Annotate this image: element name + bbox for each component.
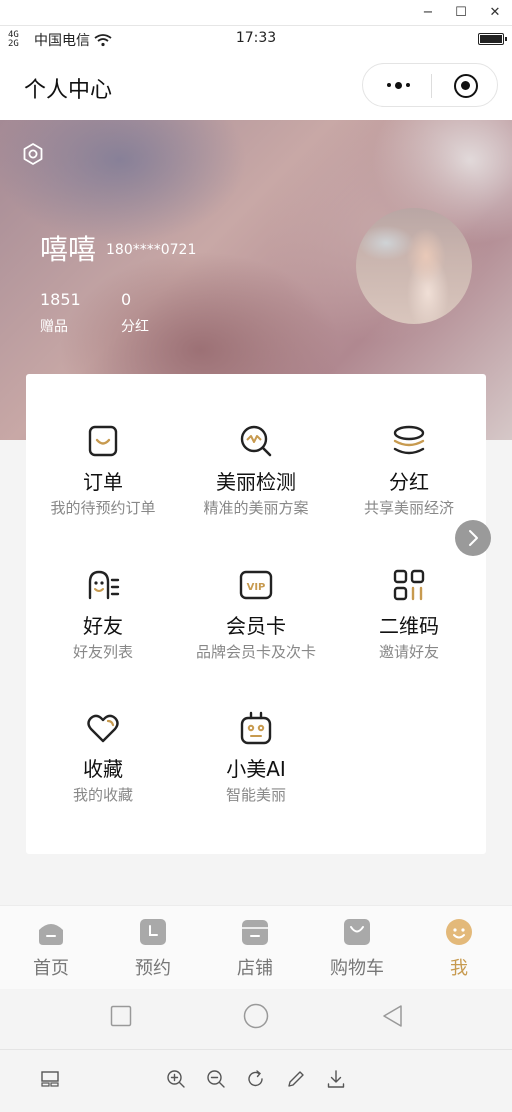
menu-item-subtitle: 共享美丽经济 <box>363 499 454 517</box>
menu-item-subtitle: 智能美丽 <box>225 786 286 804</box>
edit-pencil-icon[interactable] <box>285 1068 307 1090</box>
status-bar: 4G 2G 中国电信 17:33 <box>0 26 512 52</box>
chevron-right-icon <box>469 530 478 546</box>
menu-item-subtitle: 我的待预约订单 <box>50 499 156 517</box>
window-title-bar: − ☐ ✕ <box>0 0 512 26</box>
tab-cart[interactable]: 购物车 <box>306 906 408 990</box>
coin-stack-icon <box>393 425 425 455</box>
store-icon <box>242 920 268 945</box>
vip-card-icon: VIP <box>239 570 273 600</box>
tab-label: 购物车 <box>330 958 384 979</box>
capsule-divider <box>431 74 432 98</box>
menu-item-title: 好友 <box>83 614 123 638</box>
calendar-icon <box>140 919 166 945</box>
menu-item-title: 会员卡 <box>226 614 286 638</box>
tab-label: 店铺 <box>237 958 273 979</box>
zoom-in-icon[interactable] <box>165 1068 187 1090</box>
menu-item-order[interactable]: 订单 我的待预约订单 <box>26 424 180 534</box>
tab-home[interactable]: 首页 <box>0 906 102 990</box>
home-icon <box>39 924 63 945</box>
menu-item-title: 美丽检测 <box>216 470 296 494</box>
user-phone: 180****0721 <box>106 242 197 258</box>
robot-icon <box>240 711 272 745</box>
layout-icon[interactable] <box>39 1068 61 1090</box>
svg-text:VIP: VIP <box>247 582 266 593</box>
beauty-detect-icon <box>240 425 272 457</box>
order-bag-icon <box>88 425 118 457</box>
qrcode-icon <box>393 569 425 601</box>
page-title: 个人中心 <box>24 78 113 103</box>
menu-item-favorites[interactable]: 收藏 我的收藏 <box>26 711 180 821</box>
menu-item-friends[interactable]: 好友 好友列表 <box>26 568 180 678</box>
next-page-button[interactable] <box>455 520 491 556</box>
friends-icon <box>88 570 120 600</box>
menu-item-title: 分红 <box>389 470 429 494</box>
tab-label: 我 <box>450 958 468 979</box>
heart-icon <box>87 714 119 743</box>
maximize-button[interactable]: ☐ <box>451 3 471 23</box>
tab-me[interactable]: 我 <box>408 906 510 990</box>
recent-apps-icon[interactable] <box>110 1005 132 1027</box>
back-triangle-icon[interactable] <box>381 1004 405 1028</box>
settings-icon[interactable] <box>21 142 45 166</box>
menu-item-subtitle: 我的收藏 <box>72 786 133 804</box>
menu-item-subtitle: 精准的美丽方案 <box>203 499 309 517</box>
menu-item-dividend[interactable]: 分红 共享美丽经济 <box>332 424 486 534</box>
menu-item-title: 收藏 <box>83 757 123 781</box>
bottom-tab-bar: 首页 预约 店铺 购物车 我 <box>0 905 512 989</box>
menu-item-title: 二维码 <box>379 614 439 638</box>
minimize-button[interactable]: − <box>418 3 438 23</box>
user-name: 嘻嘻 <box>40 233 97 266</box>
miniprogram-capsule <box>362 63 498 107</box>
avatar[interactable] <box>356 208 472 324</box>
menu-item-subtitle: 邀请好友 <box>378 643 439 661</box>
close-button[interactable]: ✕ <box>485 3 505 23</box>
menu-item-subtitle: 好友列表 <box>72 643 133 661</box>
menu-item-title: 小美AI <box>226 757 286 781</box>
gift-count[interactable]: 1851 <box>40 290 81 309</box>
more-icon[interactable] <box>381 72 415 98</box>
menu-item-vip-card[interactable]: VIP 会员卡 品牌会员卡及次卡 <box>179 568 333 678</box>
close-miniprogram-icon[interactable] <box>454 74 478 98</box>
menu-item-beauty-detect[interactable]: 美丽检测 精准的美丽方案 <box>179 424 333 534</box>
gift-label: 赠品 <box>40 319 68 335</box>
tab-store[interactable]: 店铺 <box>204 906 306 990</box>
menu-item-xiaomei-ai[interactable]: 小美AI 智能美丽 <box>179 711 333 821</box>
rotate-icon[interactable] <box>245 1068 267 1090</box>
tab-label: 预约 <box>135 958 171 979</box>
dividend-label: 分红 <box>121 319 149 335</box>
viewer-toolbar <box>0 1049 512 1112</box>
zoom-out-icon[interactable] <box>205 1068 227 1090</box>
feature-grid-card: 订单 我的待预约订单 美丽检测 精准的美丽方案 分红 共享美丽经济 好友 好友列… <box>26 374 486 854</box>
status-time: 17:33 <box>235 30 277 46</box>
tab-booking[interactable]: 预约 <box>102 906 204 990</box>
battery-icon <box>478 33 507 45</box>
menu-item-subtitle: 品牌会员卡及次卡 <box>195 643 316 661</box>
menu-item-title: 订单 <box>83 470 123 494</box>
tab-label: 首页 <box>33 958 69 979</box>
download-icon[interactable] <box>325 1068 347 1090</box>
home-circle-icon[interactable] <box>243 1003 269 1029</box>
dividend-count[interactable]: 0 <box>121 290 131 309</box>
cart-bag-icon <box>344 919 370 945</box>
system-navigation-bar <box>0 989 512 1049</box>
menu-item-qrcode[interactable]: 二维码 邀请好友 <box>332 568 486 678</box>
smile-icon <box>446 919 472 945</box>
